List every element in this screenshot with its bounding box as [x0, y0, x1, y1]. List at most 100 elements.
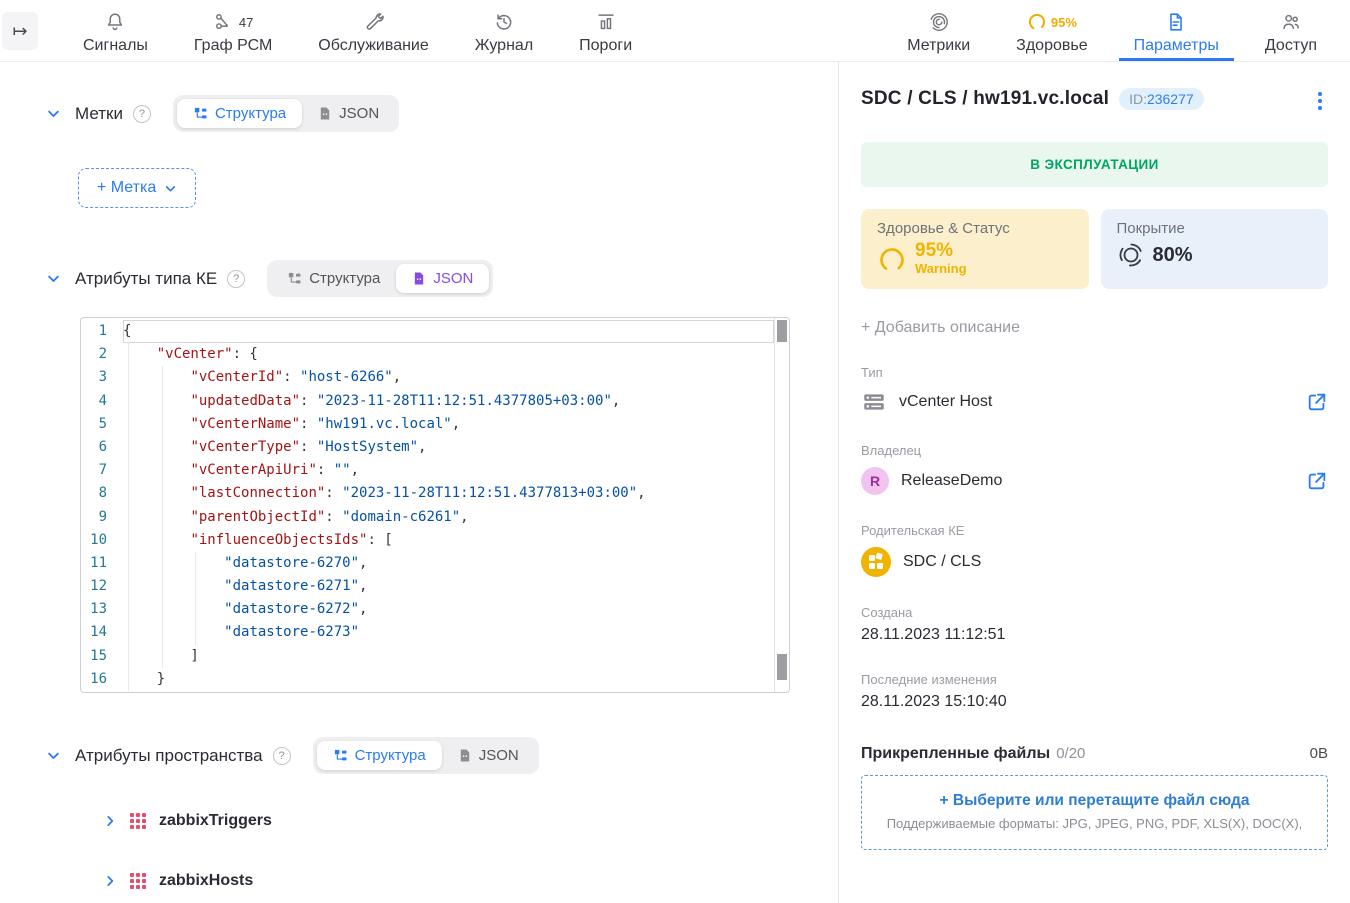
sidebar-expand-button[interactable]: ↦ [2, 12, 38, 50]
id-badge: ID:236277 [1119, 88, 1204, 110]
chevron-down-icon[interactable] [46, 106, 61, 121]
health-status-card[interactable]: Здоровье & Статус 95% Warning [861, 209, 1089, 289]
nav-item-maintenance[interactable]: Обслуживание [295, 0, 451, 61]
type-attrs-tab-structure[interactable]: Структура [271, 264, 396, 293]
scrollbar-thumb[interactable] [777, 320, 787, 342]
json-file-icon [318, 106, 332, 121]
tree-item-label: zabbixHosts [159, 872, 253, 890]
space-attrs-tab-json[interactable]: JSON [442, 741, 535, 770]
health-gauge-icon [1027, 12, 1047, 32]
wrench-icon [363, 11, 385, 33]
nav-item-access[interactable]: Доступ [1242, 0, 1340, 61]
scrollbar-thumb[interactable] [777, 654, 787, 680]
field-label: Родительская КЕ [861, 523, 1328, 538]
nav-label: Сигналы [83, 37, 148, 55]
space-attrs-section-title: Атрибуты пространства [75, 746, 263, 766]
space-attrs-section-header: Атрибуты пространства ? Структура JSON [46, 737, 838, 774]
json-file-icon [412, 271, 426, 286]
nav-item-journal[interactable]: Журнал [452, 0, 556, 61]
field-label: Создана [861, 605, 1328, 620]
nav-right-group: Метрики 95% Здоровье Параметры Доступ [884, 0, 1340, 61]
attached-files-section: Прикрепленные файлы 0/20 0B + Выберите и… [861, 745, 1328, 850]
file-dropzone[interactable]: + Выберите или перетащите файл сюда Подд… [861, 775, 1328, 850]
space-attrs-tab-structure[interactable]: Структура [317, 741, 442, 770]
nav-item-signals[interactable]: Сигналы [60, 0, 171, 61]
add-description-button[interactable]: + Добавить описание [861, 319, 1328, 337]
parameters-content: Метки ? Структура JSON + Метка [0, 62, 838, 903]
labels-tab-structure[interactable]: Структура [177, 99, 302, 128]
gauge-arc-icon [877, 244, 907, 274]
json-editor-lines: 1{2 "vCenter": {3 "vCenterId": "host-626… [81, 318, 774, 692]
field-label: Последние изменения [861, 672, 1328, 687]
add-label-button[interactable]: + Метка [78, 168, 196, 208]
labels-section-header: Метки ? Структура JSON [46, 95, 838, 132]
coverage-card[interactable]: Покрытие 80% [1101, 209, 1329, 289]
code-line: 14 "datastore-6273" [81, 621, 774, 644]
kebab-menu-icon[interactable] [1312, 88, 1328, 114]
line-number: 7 [81, 459, 123, 482]
grid-icon [129, 872, 147, 890]
nav-item-parameters[interactable]: Параметры [1111, 0, 1242, 61]
parent-ke-field: Родительская КЕ SDC / CLS [861, 523, 1328, 577]
code-line: 13 "datastore-6272", [81, 598, 774, 621]
graph-count: 47 [239, 15, 253, 30]
tree-item-zabbixhosts[interactable]: zabbixHosts [103, 872, 838, 890]
editor-scrollbar[interactable] [774, 318, 789, 692]
type-attrs-section-header: Атрибуты типа КЕ ? Структура JSON [46, 260, 838, 297]
external-link-icon[interactable] [1306, 470, 1328, 492]
tab-label: Структура [215, 105, 286, 122]
history-clock-icon [493, 11, 515, 33]
line-number: 8 [81, 482, 123, 505]
code-line: 2 "vCenter": { [81, 343, 774, 366]
parent-ke-value[interactable]: SDC / CLS [903, 553, 981, 571]
external-link-icon[interactable] [1306, 391, 1328, 413]
graph-icon [213, 11, 235, 33]
chevron-down-icon[interactable] [46, 748, 61, 763]
nav-item-metrics[interactable]: Метрики [884, 0, 993, 61]
nav-item-rsm-graph[interactable]: 47 Граф РСМ [171, 0, 295, 61]
tab-label: Структура [309, 270, 380, 287]
nav-item-thresholds[interactable]: Пороги [556, 0, 655, 61]
details-header: SDC / CLS / hw191.vc.local ID:236277 [861, 88, 1328, 114]
type-attrs-tab-json[interactable]: JSON [396, 264, 489, 293]
details-panel: SDC / CLS / hw191.vc.local ID:236277 В Э… [838, 62, 1350, 903]
tab-label: JSON [339, 105, 379, 122]
line-number: 9 [81, 506, 123, 529]
line-number: 2 [81, 343, 123, 366]
space-attrs-view-toggle: Структура JSON [313, 737, 539, 774]
line-number: 5 [81, 413, 123, 436]
nav-label: Здоровье [1016, 37, 1087, 55]
chevron-down-icon[interactable] [46, 271, 61, 286]
chevron-right-icon [103, 814, 117, 828]
server-icon [861, 389, 887, 415]
labels-tab-json[interactable]: JSON [302, 99, 395, 128]
tab-label: JSON [479, 747, 519, 764]
files-count: 0/20 [1056, 745, 1085, 762]
health-card-title: Здоровье & Статус [877, 220, 1073, 237]
help-icon[interactable]: ? [273, 747, 291, 765]
help-icon[interactable]: ? [133, 105, 151, 123]
nav-label: Граф РСМ [194, 37, 272, 55]
modified-value: 28.11.2023 15:10:40 [861, 693, 1007, 711]
labels-view-toggle: Структура JSON [173, 95, 399, 132]
people-icon [1280, 11, 1302, 33]
nav-item-health[interactable]: 95% Здоровье [993, 0, 1110, 61]
help-icon[interactable]: ? [227, 270, 245, 288]
thresholds-icon [595, 11, 617, 33]
tree-structure-icon [333, 748, 348, 763]
line-number: 4 [81, 390, 123, 413]
line-number: 13 [81, 598, 123, 621]
json-code-editor[interactable]: 1{2 "vCenter": {3 "vCenterId": "host-626… [80, 317, 790, 693]
nav-left-group: Сигналы 47 Граф РСМ Обслуживание Журнал [60, 0, 655, 61]
avatar: R [861, 467, 889, 495]
code-line: 16 } [81, 668, 774, 691]
type-field: Тип vCenter Host [861, 365, 1328, 415]
tree-item-label: zabbixTriggers [159, 812, 272, 830]
tree-item-zabbixtriggers[interactable]: zabbixTriggers [103, 812, 838, 830]
type-attrs-section-title: Атрибуты типа КЕ [75, 269, 217, 289]
tab-label: Структура [355, 747, 426, 764]
field-label: Тип [861, 365, 1328, 380]
spiral-icon [928, 11, 950, 33]
code-line: 10 "influenceObjectsIds": [ [81, 529, 774, 552]
created-value: 28.11.2023 11:12:51 [861, 626, 1005, 644]
